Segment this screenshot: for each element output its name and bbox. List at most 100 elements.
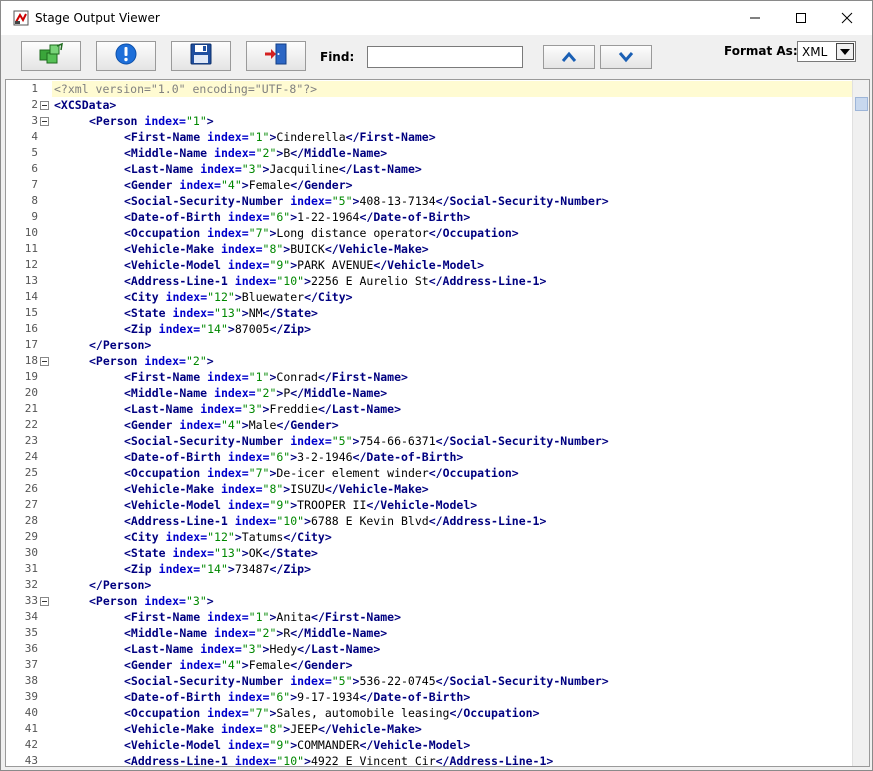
- xml-open-tag: <Zip: [124, 322, 152, 336]
- code-line[interactable]: <First-Name index="1">Conrad</First-Name…: [52, 369, 853, 385]
- code-line[interactable]: <Middle-Name index="2">P</Middle-Name>: [52, 385, 853, 401]
- xml-close-tag: </Gender>: [276, 418, 339, 432]
- line-number: 42: [24, 738, 38, 751]
- code-line[interactable]: <Address-Line-1 index="10">6788 E Kevin …: [52, 513, 853, 529]
- code-line[interactable]: <State index="13">NM</State>: [52, 305, 853, 321]
- code-line[interactable]: </Person>: [52, 337, 853, 353]
- format-select[interactable]: XML: [797, 41, 856, 62]
- code-line[interactable]: <Last-Name index="3">Jacquiline</Last-Na…: [52, 161, 853, 177]
- fold-toggle-icon[interactable]: [40, 117, 49, 126]
- code-line[interactable]: <First-Name index="1">Cinderella</First-…: [52, 129, 853, 145]
- xml-attribute-value: "1": [185, 114, 207, 128]
- code-line[interactable]: <Person index="3">: [52, 593, 853, 609]
- xml-open-tag: <City: [124, 530, 159, 544]
- fold-toggle-icon[interactable]: [40, 357, 49, 366]
- vertical-scrollbar[interactable]: [852, 80, 869, 766]
- code-line[interactable]: <Vehicle-Model index="9">TROOPER II</Veh…: [52, 497, 853, 513]
- code-line[interactable]: <Middle-Name index="2">R</Middle-Name>: [52, 625, 853, 641]
- xml-attribute-equals: =: [214, 178, 221, 192]
- line-number: 22: [24, 418, 38, 431]
- code-line[interactable]: <City index="12">Tatums</City>: [52, 529, 853, 545]
- code-line[interactable]: <Vehicle-Make index="8">JEEP</Vehicle-Ma…: [52, 721, 853, 737]
- code-line-content: <First-Name index="1">Conrad</First-Name…: [124, 369, 408, 385]
- xml-attribute-name: index: [220, 722, 256, 736]
- find-next-button[interactable]: [600, 45, 652, 69]
- xml-attribute-value: "8": [262, 242, 284, 256]
- xml-attribute-name: index: [220, 482, 256, 496]
- code-line[interactable]: <Address-Line-1 index="10">2256 E Aureli…: [52, 273, 853, 289]
- code-line[interactable]: <Person index="1">: [52, 113, 853, 129]
- find-previous-button[interactable]: [543, 45, 595, 69]
- dropdown-arrow-icon[interactable]: [836, 43, 854, 60]
- code-line[interactable]: <Last-Name index="3">Freddie</Last-Name>: [52, 401, 853, 417]
- code-line[interactable]: <Occupation index="7">Sales, automobile …: [52, 705, 853, 721]
- line-number: 15: [24, 306, 38, 319]
- xml-text-value: Freddie: [269, 402, 318, 416]
- xml-attribute-name: index: [200, 642, 235, 656]
- save-button[interactable]: [171, 41, 231, 71]
- info-button[interactable]: [96, 41, 156, 71]
- title-bar[interactable]: Stage Output Viewer: [1, 1, 872, 35]
- line-number: 20: [24, 386, 38, 399]
- line-number: 23: [24, 434, 38, 447]
- close-button[interactable]: [824, 1, 870, 35]
- code-line[interactable]: <Date-of-Birth index="6">1-22-1964</Date…: [52, 209, 853, 225]
- xml-editor[interactable]: 1 2 3 4 5 6 7 8 9 10 11 12 13 14 15 16 17 18 19 20 21 22 23 24 2…: [5, 79, 870, 767]
- code-line-content: <Vehicle-Make index="8">ISUZU</Vehicle-M…: [124, 481, 429, 497]
- xml-text-value: Hedy: [269, 642, 298, 656]
- scrollbar-thumb[interactable]: [855, 97, 868, 111]
- fold-toggle-icon[interactable]: [40, 597, 49, 606]
- code-line[interactable]: <?xml version="1.0" encoding="UTF-8"?>: [52, 81, 853, 97]
- xml-open-tag: <Vehicle-Make: [124, 482, 215, 496]
- xml-close-tag: </City>: [283, 530, 332, 544]
- xml-attribute-name: index: [207, 226, 242, 240]
- code-line[interactable]: <Middle-Name index="2">B</Middle-Name>: [52, 145, 853, 161]
- xml-attribute-equals: =: [234, 642, 242, 656]
- code-line[interactable]: <City index="12">Bluewater</City>: [52, 289, 853, 305]
- xml-text-value: Conrad: [276, 370, 318, 384]
- code-line[interactable]: <Social-Security-Number index="5">536-22…: [52, 673, 853, 689]
- code-line[interactable]: <Last-Name index="3">Hedy</Last-Name>: [52, 641, 853, 657]
- refresh-button[interactable]: [21, 41, 81, 71]
- find-input[interactable]: [367, 46, 523, 68]
- code-line[interactable]: <Occupation index="7">De-icer element wi…: [52, 465, 853, 481]
- code-line[interactable]: <Occupation index="7">Long distance oper…: [52, 225, 853, 241]
- code-line[interactable]: <Gender index="4">Female</Gender>: [52, 177, 853, 193]
- code-line[interactable]: </Person>: [52, 577, 853, 593]
- code-line[interactable]: <Vehicle-Model index="9">COMMANDER</Vehi…: [52, 737, 853, 753]
- code-line[interactable]: <Vehicle-Make index="8">BUICK</Vehicle-M…: [52, 241, 853, 257]
- code-line[interactable]: <First-Name index="1">Anita</First-Name>: [52, 609, 853, 625]
- code-line[interactable]: <Vehicle-Model index="9">PARK AVENUE</Ve…: [52, 257, 853, 273]
- code-line[interactable]: <XCSData>: [52, 97, 853, 113]
- code-line[interactable]: <Social-Security-Number index="5">754-66…: [52, 433, 853, 449]
- code-line[interactable]: <Zip index="14">87005</Zip>: [52, 321, 853, 337]
- code-line[interactable]: <Vehicle-Make index="8">ISUZU</Vehicle-M…: [52, 481, 853, 497]
- code-line-content: <State index="13">OK</State>: [124, 545, 318, 561]
- code-line[interactable]: <State index="13">OK</State>: [52, 545, 853, 561]
- xml-text-value: 9-17-1934: [297, 690, 360, 704]
- code-line[interactable]: <Date-of-Birth index="6">9-17-1934</Date…: [52, 689, 853, 705]
- xml-close-tag: </Date-of-Birth>: [359, 690, 471, 704]
- fold-toggle-icon[interactable]: [40, 101, 49, 110]
- code-line[interactable]: <Zip index="14">73487</Zip>: [52, 561, 853, 577]
- code-line[interactable]: <Gender index="4">Male</Gender>: [52, 417, 853, 433]
- xml-attribute-name: index: [172, 546, 208, 560]
- code-line[interactable]: <Person index="2">: [52, 353, 853, 369]
- line-number: 21: [24, 402, 38, 415]
- code-area[interactable]: <?xml version="1.0" encoding="UTF-8"?> <X…: [52, 80, 853, 766]
- xml-attribute-name: index: [227, 258, 263, 272]
- xml-attribute-value: "9": [269, 498, 291, 512]
- code-line[interactable]: <Address-Line-1 index="10">4922 E Vincen…: [52, 753, 853, 766]
- xml-attribute-equals: =: [179, 354, 186, 368]
- maximize-button[interactable]: [778, 1, 824, 35]
- code-line[interactable]: <Gender index="4">Female</Gender>: [52, 657, 853, 673]
- xml-attribute-equals: =: [248, 386, 256, 400]
- exit-button[interactable]: [246, 41, 306, 71]
- chevron-up-icon: [561, 48, 577, 67]
- code-line-content: </Person>: [89, 577, 151, 593]
- code-line[interactable]: <Social-Security-Number index="5">408-13…: [52, 193, 853, 209]
- minimize-button[interactable]: [732, 1, 778, 35]
- code-line[interactable]: <Date-of-Birth index="6">3-2-1946</Date-…: [52, 449, 853, 465]
- xml-attribute-name: index: [144, 594, 180, 608]
- xml-attribute-name: index: [179, 658, 215, 672]
